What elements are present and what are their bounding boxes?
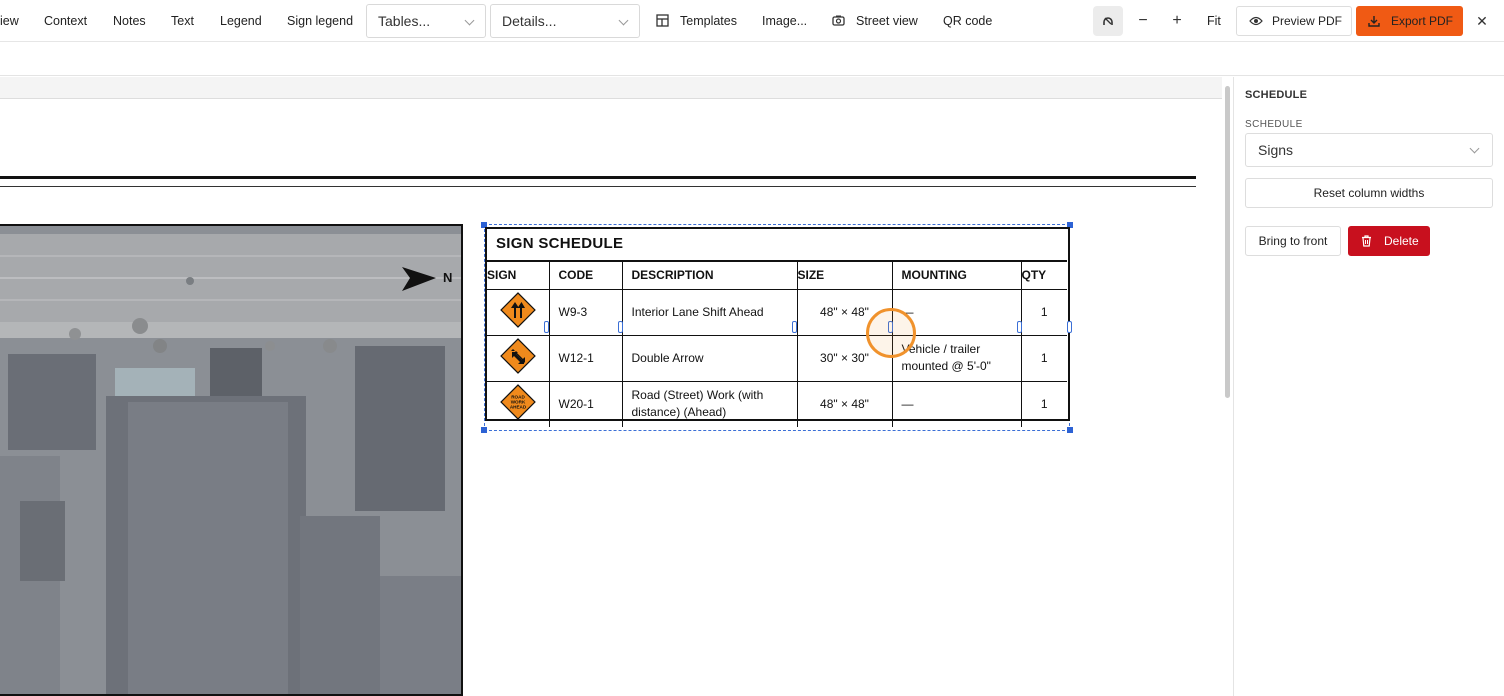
toolbar-sign-legend-button[interactable]: Sign legend: [287, 0, 353, 42]
details-select[interactable]: Details...: [490, 4, 640, 38]
column-header-size: SIZE: [797, 260, 893, 290]
row-code: W12-1: [549, 335, 623, 382]
toolbar-legend-button[interactable]: Legend: [220, 0, 262, 42]
tables-select[interactable]: Tables...: [366, 4, 486, 38]
column-resize-handle[interactable]: [1067, 321, 1072, 333]
close-button[interactable]: ✕: [1467, 6, 1497, 36]
sign-schedule-grid: SIGN CODE DESCRIPTION SIZE MOUNTING QTY …: [487, 260, 1067, 427]
secondary-bar: [0, 43, 1504, 76]
snap-toggle-button[interactable]: [1093, 6, 1123, 36]
aerial-image: [0, 226, 461, 694]
aerial-map[interactable]: [0, 224, 463, 696]
panel-divider: [1233, 77, 1234, 696]
schedule-field-label: SCHEDULE: [1245, 119, 1303, 130]
title-block-rule: [0, 176, 1196, 179]
row-qty: 1: [1040, 396, 1048, 411]
table-row: W12-1 Double Arrow 30" × 30" Vehicle / t…: [487, 335, 1067, 382]
interior-lane-shift-sign-icon: [499, 291, 536, 328]
delete-button[interactable]: Delete: [1348, 226, 1430, 256]
row-code: W20-1: [549, 381, 623, 427]
eye-icon: [1249, 16, 1263, 26]
title-block-rule-thin: [0, 186, 1196, 187]
sign-schedule-table[interactable]: SIGN SCHEDULE SIGN CODE DESCRIPTION SIZE…: [485, 227, 1070, 427]
reset-column-widths-button[interactable]: Reset column widths: [1245, 178, 1493, 208]
north-arrow-icon: [402, 267, 436, 291]
column-header-sign: SIGN: [487, 260, 550, 290]
row-code: W9-3: [549, 289, 623, 336]
toolbar-qr-code-button[interactable]: QR code: [943, 0, 992, 42]
schedule-select-value: Signs: [1258, 142, 1294, 158]
details-select-value: Details...: [502, 13, 557, 29]
toolbar-street-view-button[interactable]: Street view: [856, 0, 918, 42]
panel-heading: SCHEDULE: [1245, 89, 1308, 101]
toolbar-context-button[interactable]: Context: [44, 0, 87, 42]
schedule-select[interactable]: Signs: [1245, 133, 1493, 167]
bring-to-front-button[interactable]: Bring to front: [1245, 226, 1341, 256]
delete-label: Delete: [1384, 234, 1419, 248]
fit-button[interactable]: Fit: [1207, 0, 1221, 42]
toolbar-view-button[interactable]: iew: [0, 0, 19, 42]
row-qty: 1: [1021, 335, 1067, 382]
canvas-scrollbar[interactable]: [1225, 86, 1230, 398]
camera-icon: [832, 15, 845, 26]
column-resize-handle[interactable]: [618, 321, 623, 333]
table-row: W9-3 Interior Lane Shift Ahead 48" × 48"…: [487, 289, 1067, 336]
toolbar-templates-button[interactable]: Templates: [680, 0, 737, 42]
chevron-down-icon: [464, 15, 475, 26]
row-size: 48" × 48": [797, 381, 893, 427]
row-description: Double Arrow: [622, 335, 798, 382]
column-header-code: CODE: [549, 260, 623, 290]
zoom-in-button[interactable]: +: [1162, 6, 1192, 36]
chevron-down-icon: [618, 15, 629, 26]
preview-pdf-button[interactable]: Preview PDF: [1236, 6, 1352, 36]
toolbar-text-button[interactable]: Text: [171, 0, 194, 42]
row-description: Road (Street) Work (with distance) (Ahea…: [622, 381, 798, 427]
download-icon: [1368, 16, 1380, 27]
row-qty: 1: [1021, 289, 1067, 336]
road-work-ahead-sign-icon: ROAD WORK AHEAD: [499, 383, 536, 420]
column-resize-handle[interactable]: [792, 321, 797, 333]
column-header-mounting: MOUNTING: [892, 260, 1022, 290]
zoom-out-button[interactable]: −: [1128, 6, 1158, 36]
resize-handle-se[interactable]: [1067, 427, 1073, 433]
column-resize-handle[interactable]: [1017, 321, 1022, 333]
tables-select-value: Tables...: [378, 13, 431, 29]
top-toolbar: iew Context Notes Text Legend Sign legen…: [0, 0, 1504, 42]
magnet-icon: [1103, 17, 1113, 25]
column-resize-handle[interactable]: [544, 321, 549, 333]
double-arrow-sign-icon: [499, 337, 536, 374]
sign-schedule-title: SIGN SCHEDULE: [496, 235, 624, 252]
north-label: N: [443, 270, 453, 285]
resize-handle-sw[interactable]: [481, 427, 487, 433]
column-header-description: DESCRIPTION: [622, 260, 798, 290]
toolbar-notes-button[interactable]: Notes: [113, 0, 146, 42]
sign-text: AHEAD: [510, 404, 527, 409]
table-row: ROAD WORK AHEAD W20-1 Road (Street) Work…: [487, 381, 1067, 427]
row-description: Interior Lane Shift Ahead: [622, 289, 798, 336]
export-pdf-button[interactable]: Export PDF: [1356, 6, 1463, 36]
toolbar-image-button[interactable]: Image...: [762, 0, 807, 42]
column-header-qty: QTY: [1021, 260, 1067, 290]
trash-icon: [1362, 235, 1371, 247]
row-mounting: —: [892, 381, 1022, 427]
templates-icon: [656, 14, 669, 27]
export-pdf-label: Export PDF: [1391, 14, 1454, 28]
chevron-down-icon: [1469, 143, 1480, 154]
preview-pdf-label: Preview PDF: [1272, 14, 1343, 28]
click-indicator: [866, 308, 916, 358]
